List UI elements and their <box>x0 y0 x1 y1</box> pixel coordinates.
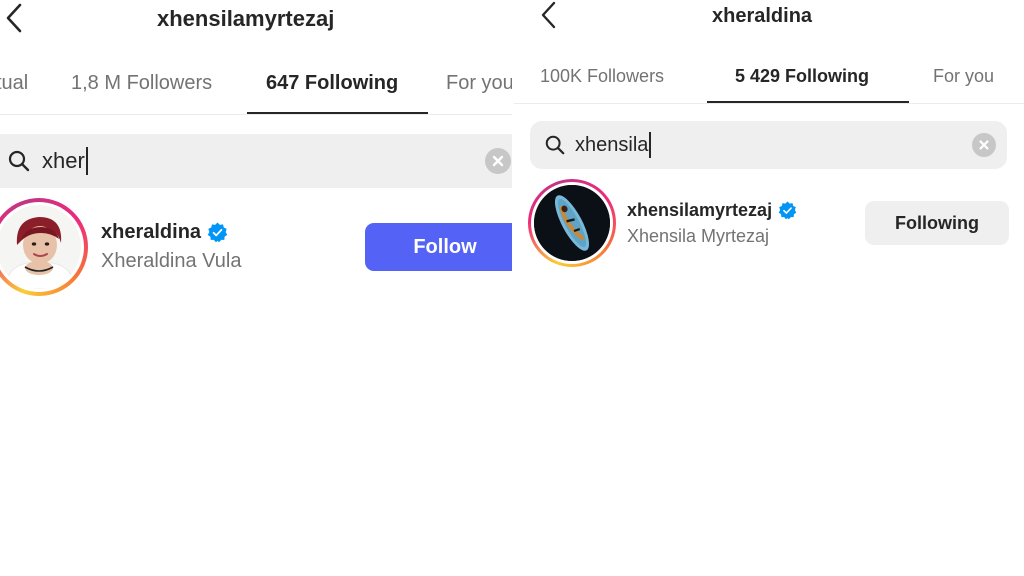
username-text: xheraldina <box>101 221 202 243</box>
clear-search-button[interactable] <box>485 148 511 174</box>
username-text: xhensilamyrtezaj <box>627 200 773 220</box>
back-button[interactable] <box>4 2 24 34</box>
profile-title: xhensilamyrtezaj <box>157 6 335 31</box>
tab-for-you[interactable]: For you <box>446 72 512 95</box>
tab-for-you[interactable]: For you <box>933 66 994 87</box>
clear-search-button[interactable] <box>972 133 996 157</box>
tabs-divider <box>514 103 1024 104</box>
tab-following[interactable]: 647 Following <box>266 72 398 95</box>
search-field-value: xher <box>42 147 88 175</box>
search-input[interactable]: xhensila <box>530 121 1007 169</box>
verified-badge-icon <box>207 222 228 243</box>
tab-following[interactable]: 5 429 Following <box>735 66 869 87</box>
tabs-divider <box>0 114 512 115</box>
back-button[interactable] <box>538 0 558 30</box>
chevron-left-icon <box>541 1 556 29</box>
avatar <box>0 205 81 289</box>
following-button[interactable]: Following <box>865 201 1009 245</box>
text-caret <box>649 132 652 158</box>
avatar-paddleboard-icon <box>534 185 610 261</box>
search-query-text: xhensila <box>575 133 649 156</box>
result-username[interactable]: xheraldina <box>101 221 228 244</box>
avatar-portrait-icon <box>0 205 81 289</box>
tab-followers[interactable]: 100K Followers <box>540 66 664 87</box>
search-icon <box>8 150 30 172</box>
search-query-text: xher <box>42 148 85 173</box>
clear-icon <box>492 155 504 167</box>
result-full-name: Xhensila Myrtezaj <box>627 226 770 246</box>
verified-badge-icon <box>778 201 797 220</box>
tab-followers[interactable]: 1,8 M Followers <box>71 72 212 95</box>
search-field-value: xhensila <box>575 132 652 158</box>
profile-title: xheraldina <box>712 5 813 27</box>
result-full-name: Xheraldina Vula <box>101 250 242 272</box>
story-ring[interactable] <box>0 198 88 296</box>
search-input[interactable]: xher <box>0 134 512 188</box>
result-username[interactable]: xhensilamyrtezaj <box>627 200 797 221</box>
follow-button[interactable]: Follow <box>365 223 512 271</box>
left-screenshot-panel: xhensilamyrtezaj tual 1,8 M Followers 64… <box>0 0 512 576</box>
tab-mutual[interactable]: tual <box>0 72 28 95</box>
story-ring[interactable] <box>528 179 616 267</box>
text-caret <box>85 147 88 175</box>
right-screenshot-panel: xheraldina 100K Followers 5 429 Followin… <box>514 0 1024 576</box>
clear-icon <box>979 140 989 150</box>
avatar <box>534 185 610 261</box>
search-icon <box>545 135 565 155</box>
chevron-left-icon <box>6 3 22 33</box>
